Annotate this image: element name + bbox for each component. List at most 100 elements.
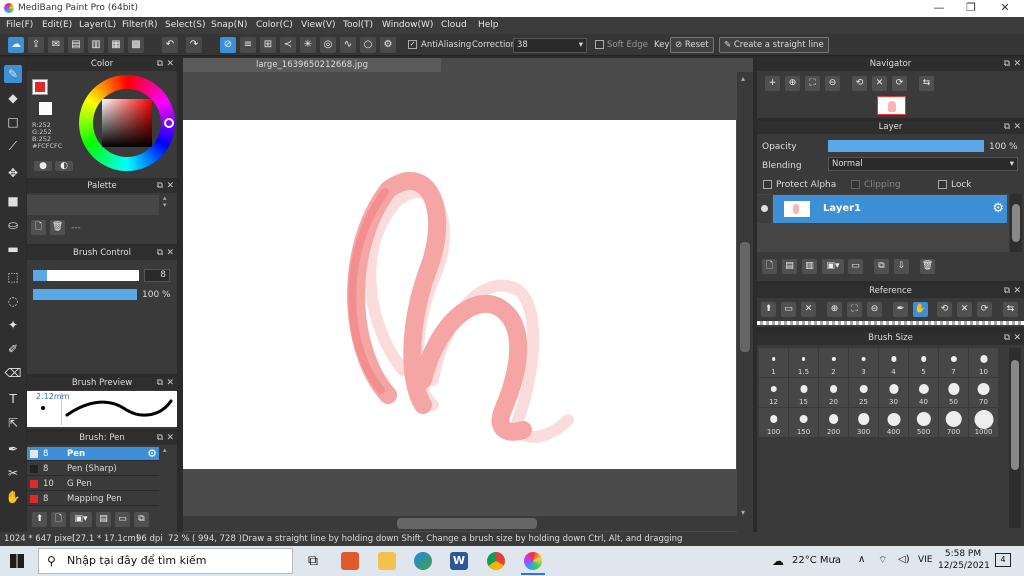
brush-size-option[interactable]: 7 <box>939 348 968 377</box>
minimize-icon[interactable]: — <box>924 1 954 14</box>
new-layer-icon[interactable]: 🗋 <box>762 259 777 274</box>
fill-tool-icon[interactable]: ⛀ <box>4 216 22 234</box>
brush-menu-icon[interactable]: ▣▾ <box>70 512 92 527</box>
edge-icon[interactable] <box>414 552 432 570</box>
close-icon[interactable]: ✕ <box>990 1 1020 14</box>
brush-row[interactable]: 8 Pen ⚙ <box>27 447 159 461</box>
reset-view-icon[interactable]: ✕ <box>872 76 887 91</box>
soft-edge-checkbox[interactable] <box>595 40 604 49</box>
eraser-tool-icon[interactable]: ◆ <box>4 89 22 107</box>
lock-checkbox[interactable] <box>938 180 947 189</box>
reset-button[interactable]: ⊘ Reset <box>670 37 714 53</box>
brush-size-scroll-thumb[interactable] <box>1011 360 1019 470</box>
menu-snap[interactable]: Snap(N) <box>211 20 247 30</box>
saturation-square[interactable] <box>102 99 152 147</box>
circle-snap-icon[interactable]: ◎ <box>320 37 336 53</box>
fit-icon[interactable]: ⛶ <box>805 76 820 91</box>
select-pen-icon[interactable]: ✐ <box>4 340 22 358</box>
correction-select[interactable]: 38 ▾ <box>513 38 587 53</box>
close-icon[interactable]: ✕ <box>166 180 174 193</box>
trash-icon[interactable]: 🗑 <box>50 220 65 235</box>
eyedropper-icon[interactable]: ✒ <box>4 440 22 458</box>
paint-app-icon[interactable] <box>341 552 359 570</box>
antialiasing-checkbox[interactable]: ✓ <box>408 40 417 49</box>
language-indicator[interactable]: VIE <box>918 555 933 565</box>
popout-icon[interactable]: ⧉ <box>157 58 163 71</box>
tray-chevron-icon[interactable]: ∧ <box>858 554 865 565</box>
line-tool-icon[interactable]: ⟋ <box>4 137 22 155</box>
chrome-icon[interactable] <box>487 552 505 570</box>
page-icon[interactable]: ▤ <box>68 37 84 53</box>
delete-layer-icon[interactable]: 🗑 <box>920 259 935 274</box>
popout-icon[interactable]: ⧉ <box>157 377 163 390</box>
zoom-out-icon[interactable]: ⊖ <box>825 76 840 91</box>
new-halftone-layer-icon[interactable]: ▤ <box>782 259 797 274</box>
clipping-checkbox[interactable] <box>851 180 860 189</box>
menu-color[interactable]: Color(C) <box>256 20 293 30</box>
medibang-taskbar-icon[interactable] <box>524 552 542 570</box>
menu-cloud[interactable]: Cloud <box>441 20 467 30</box>
brush-size-option[interactable]: 100 <box>759 408 788 437</box>
brush-size-option[interactable]: 10 <box>969 348 998 377</box>
reference-flip-icon[interactable]: ⇆ <box>1003 302 1018 317</box>
brush-size-option[interactable]: 2 <box>819 348 848 377</box>
network-icon[interactable]: ⌔ <box>878 554 887 567</box>
layer-scroll[interactable] <box>1010 194 1022 252</box>
reference-eyedropper-icon[interactable]: ✒ <box>893 302 908 317</box>
scroll-down-icon[interactable]: ▾ <box>741 508 745 517</box>
add-layer-menu-icon[interactable]: ▣▾ <box>822 259 844 274</box>
shape-tool-icon[interactable]: ■ <box>4 192 22 210</box>
brush-row[interactable]: 8 Mapping Pen <box>27 492 159 506</box>
close-icon[interactable]: ✕ <box>166 377 174 390</box>
layer-folder-icon[interactable]: ▭ <box>848 259 863 274</box>
gear-icon[interactable]: ⚙ <box>992 201 1004 216</box>
vertical-scrollbar[interactable]: ▴ ▾ <box>737 72 753 532</box>
close-icon[interactable]: ✕ <box>1013 58 1021 71</box>
select-tool-icon[interactable]: ⬚ <box>4 268 22 286</box>
straight-line-button[interactable]: ✎ Create a straight line <box>719 37 829 53</box>
gradient-tool-icon[interactable]: ▬ <box>4 240 22 258</box>
popout-icon[interactable]: ⧉ <box>1004 332 1010 345</box>
weather-text[interactable]: 22°C Mưa <box>792 555 841 566</box>
brush-size-option[interactable]: 1000 <box>969 408 998 437</box>
reference-close-icon[interactable]: ✕ <box>801 302 816 317</box>
maximize-icon[interactable]: ❐ <box>956 1 986 14</box>
horizontal-scroll-thumb[interactable] <box>397 518 537 529</box>
brush-size-option[interactable]: 30 <box>879 378 908 407</box>
popout-icon[interactable]: ⧉ <box>157 432 163 445</box>
brush-tool-icon[interactable]: ✎ <box>4 65 22 83</box>
rotate-left-icon[interactable]: ⟲ <box>852 76 867 91</box>
parallel-snap-icon[interactable]: ≡ <box>240 37 256 53</box>
primary-color-swatch[interactable] <box>32 79 48 95</box>
brush-row[interactable]: 8 Pen (Sharp) <box>27 462 159 476</box>
text-tool-icon[interactable]: T <box>4 390 22 408</box>
brush-size-option[interactable]: 1.5 <box>789 348 818 377</box>
magic-wand-icon[interactable]: ✦ <box>4 316 22 334</box>
protect-alpha-checkbox[interactable] <box>763 180 772 189</box>
menu-window[interactable]: Window(W) <box>382 20 433 30</box>
layer-opacity-slider[interactable] <box>828 140 984 152</box>
folder-icon[interactable]: ▭ <box>115 512 130 527</box>
redo-icon[interactable]: ↷ <box>186 37 202 53</box>
divide-tool-icon[interactable]: ✂ <box>4 464 22 482</box>
operation-tool-icon[interactable]: ⇱ <box>4 414 22 432</box>
close-icon[interactable]: ✕ <box>166 247 174 260</box>
brush-size-option[interactable]: 700 <box>939 408 968 437</box>
secondary-color-swatch[interactable] <box>39 102 52 115</box>
brush-list-scroll[interactable]: ▴ <box>163 446 173 506</box>
undo-icon[interactable]: ↶ <box>162 37 178 53</box>
brush-size-option[interactable]: 3 <box>849 348 878 377</box>
task-view-icon[interactable]: ⧉ <box>304 552 322 570</box>
reference-rotate-left-icon[interactable]: ⟲ <box>937 302 952 317</box>
duplicate-icon[interactable]: ⧉ <box>134 512 149 527</box>
zoom-in-icon[interactable]: + <box>765 76 780 91</box>
layer-row[interactable]: Layer1 ⚙ <box>773 195 1007 223</box>
palette-scroll[interactable]: ▴ ▾ <box>163 195 173 217</box>
close-icon[interactable]: ✕ <box>1013 332 1021 345</box>
vanish-snap-icon[interactable]: ≺ <box>280 37 296 53</box>
new-palette-icon[interactable]: 🗋 <box>31 220 46 235</box>
cross-snap-icon[interactable]: ⊞ <box>260 37 276 53</box>
notifications-icon[interactable]: 4 <box>995 553 1011 567</box>
close-icon[interactable]: ✕ <box>1013 285 1021 298</box>
hand-tool-icon[interactable]: ✋ <box>4 488 22 506</box>
